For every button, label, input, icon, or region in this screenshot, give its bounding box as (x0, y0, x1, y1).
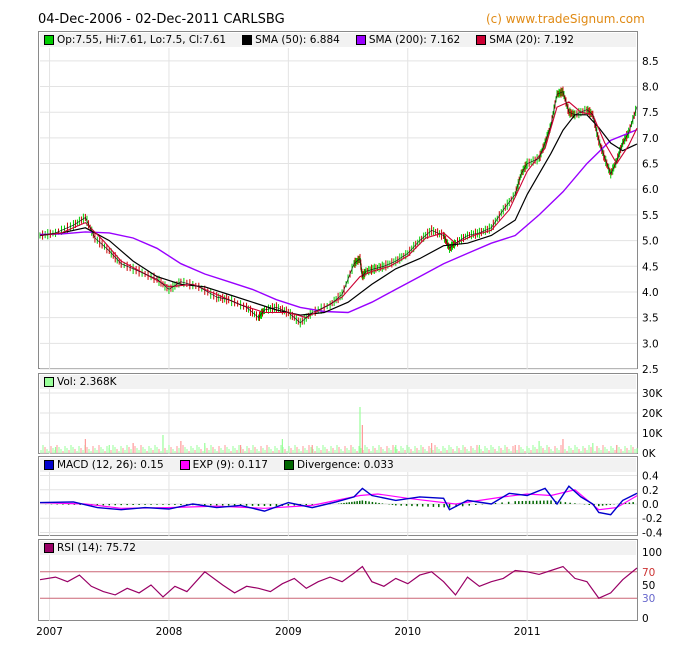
price-tick-label-9: 4.0 (642, 287, 659, 299)
volume-tick-label-1: 20K (642, 408, 663, 420)
x-tick-label-2010: 2010 (394, 626, 421, 638)
macd-tick-label-4: -0.4 (642, 527, 663, 539)
sma200-line (39, 129, 638, 314)
chart-svg: 2007 2008 2009 2010 2011 8.5 8.0 7.5 7.0 6.5 6.0 5.… (36, 48, 663, 638)
price-tick-label-12: 2.5 (642, 364, 659, 376)
price-tick-label-7: 5.0 (642, 236, 659, 248)
x-tick-label-2007: 2007 (36, 626, 63, 638)
rsi-tick-label-70: 70 (642, 567, 655, 579)
rsi-tick-label-0: 0 (642, 613, 649, 625)
volume-tick-label-3: 0K (642, 448, 657, 460)
price-tick-label-2: 7.5 (642, 107, 659, 119)
rsi-tick-label-100: 100 (642, 547, 662, 559)
volume-tick-label-0: 30K (642, 388, 663, 400)
macd-tick-label-3: -0.2 (642, 513, 663, 525)
rsi-tick-label-30: 30 (642, 593, 655, 605)
macd-tick-label-1: 0.2 (642, 485, 659, 497)
rsi-line (39, 565, 638, 599)
macd-tick-label-0: 0.4 (642, 471, 659, 483)
price-tick-label-1: 8.0 (642, 82, 659, 94)
price-tick-label-4: 6.5 (642, 159, 659, 171)
price-tick-label-10: 3.5 (642, 313, 659, 325)
x-tick-label-2008: 2008 (156, 626, 183, 638)
price-tick-label-11: 3.0 (642, 338, 659, 350)
price-tick-label-6: 5.5 (642, 210, 659, 222)
volume-tick-label-2: 10K (642, 428, 663, 440)
exp-line (39, 489, 638, 511)
price-tick-label-0: 8.5 (642, 56, 659, 68)
price-tick-label-5: 6.0 (642, 184, 659, 196)
x-tick-label-2009: 2009 (275, 626, 302, 638)
rsi-tick-label-50: 50 (642, 580, 655, 592)
price-tick-label-8: 4.5 (642, 261, 659, 273)
macd-tick-label-2: 0.0 (642, 499, 659, 511)
x-tick-label-2011: 2011 (514, 626, 541, 638)
price-tick-label-3: 7.0 (642, 133, 659, 145)
